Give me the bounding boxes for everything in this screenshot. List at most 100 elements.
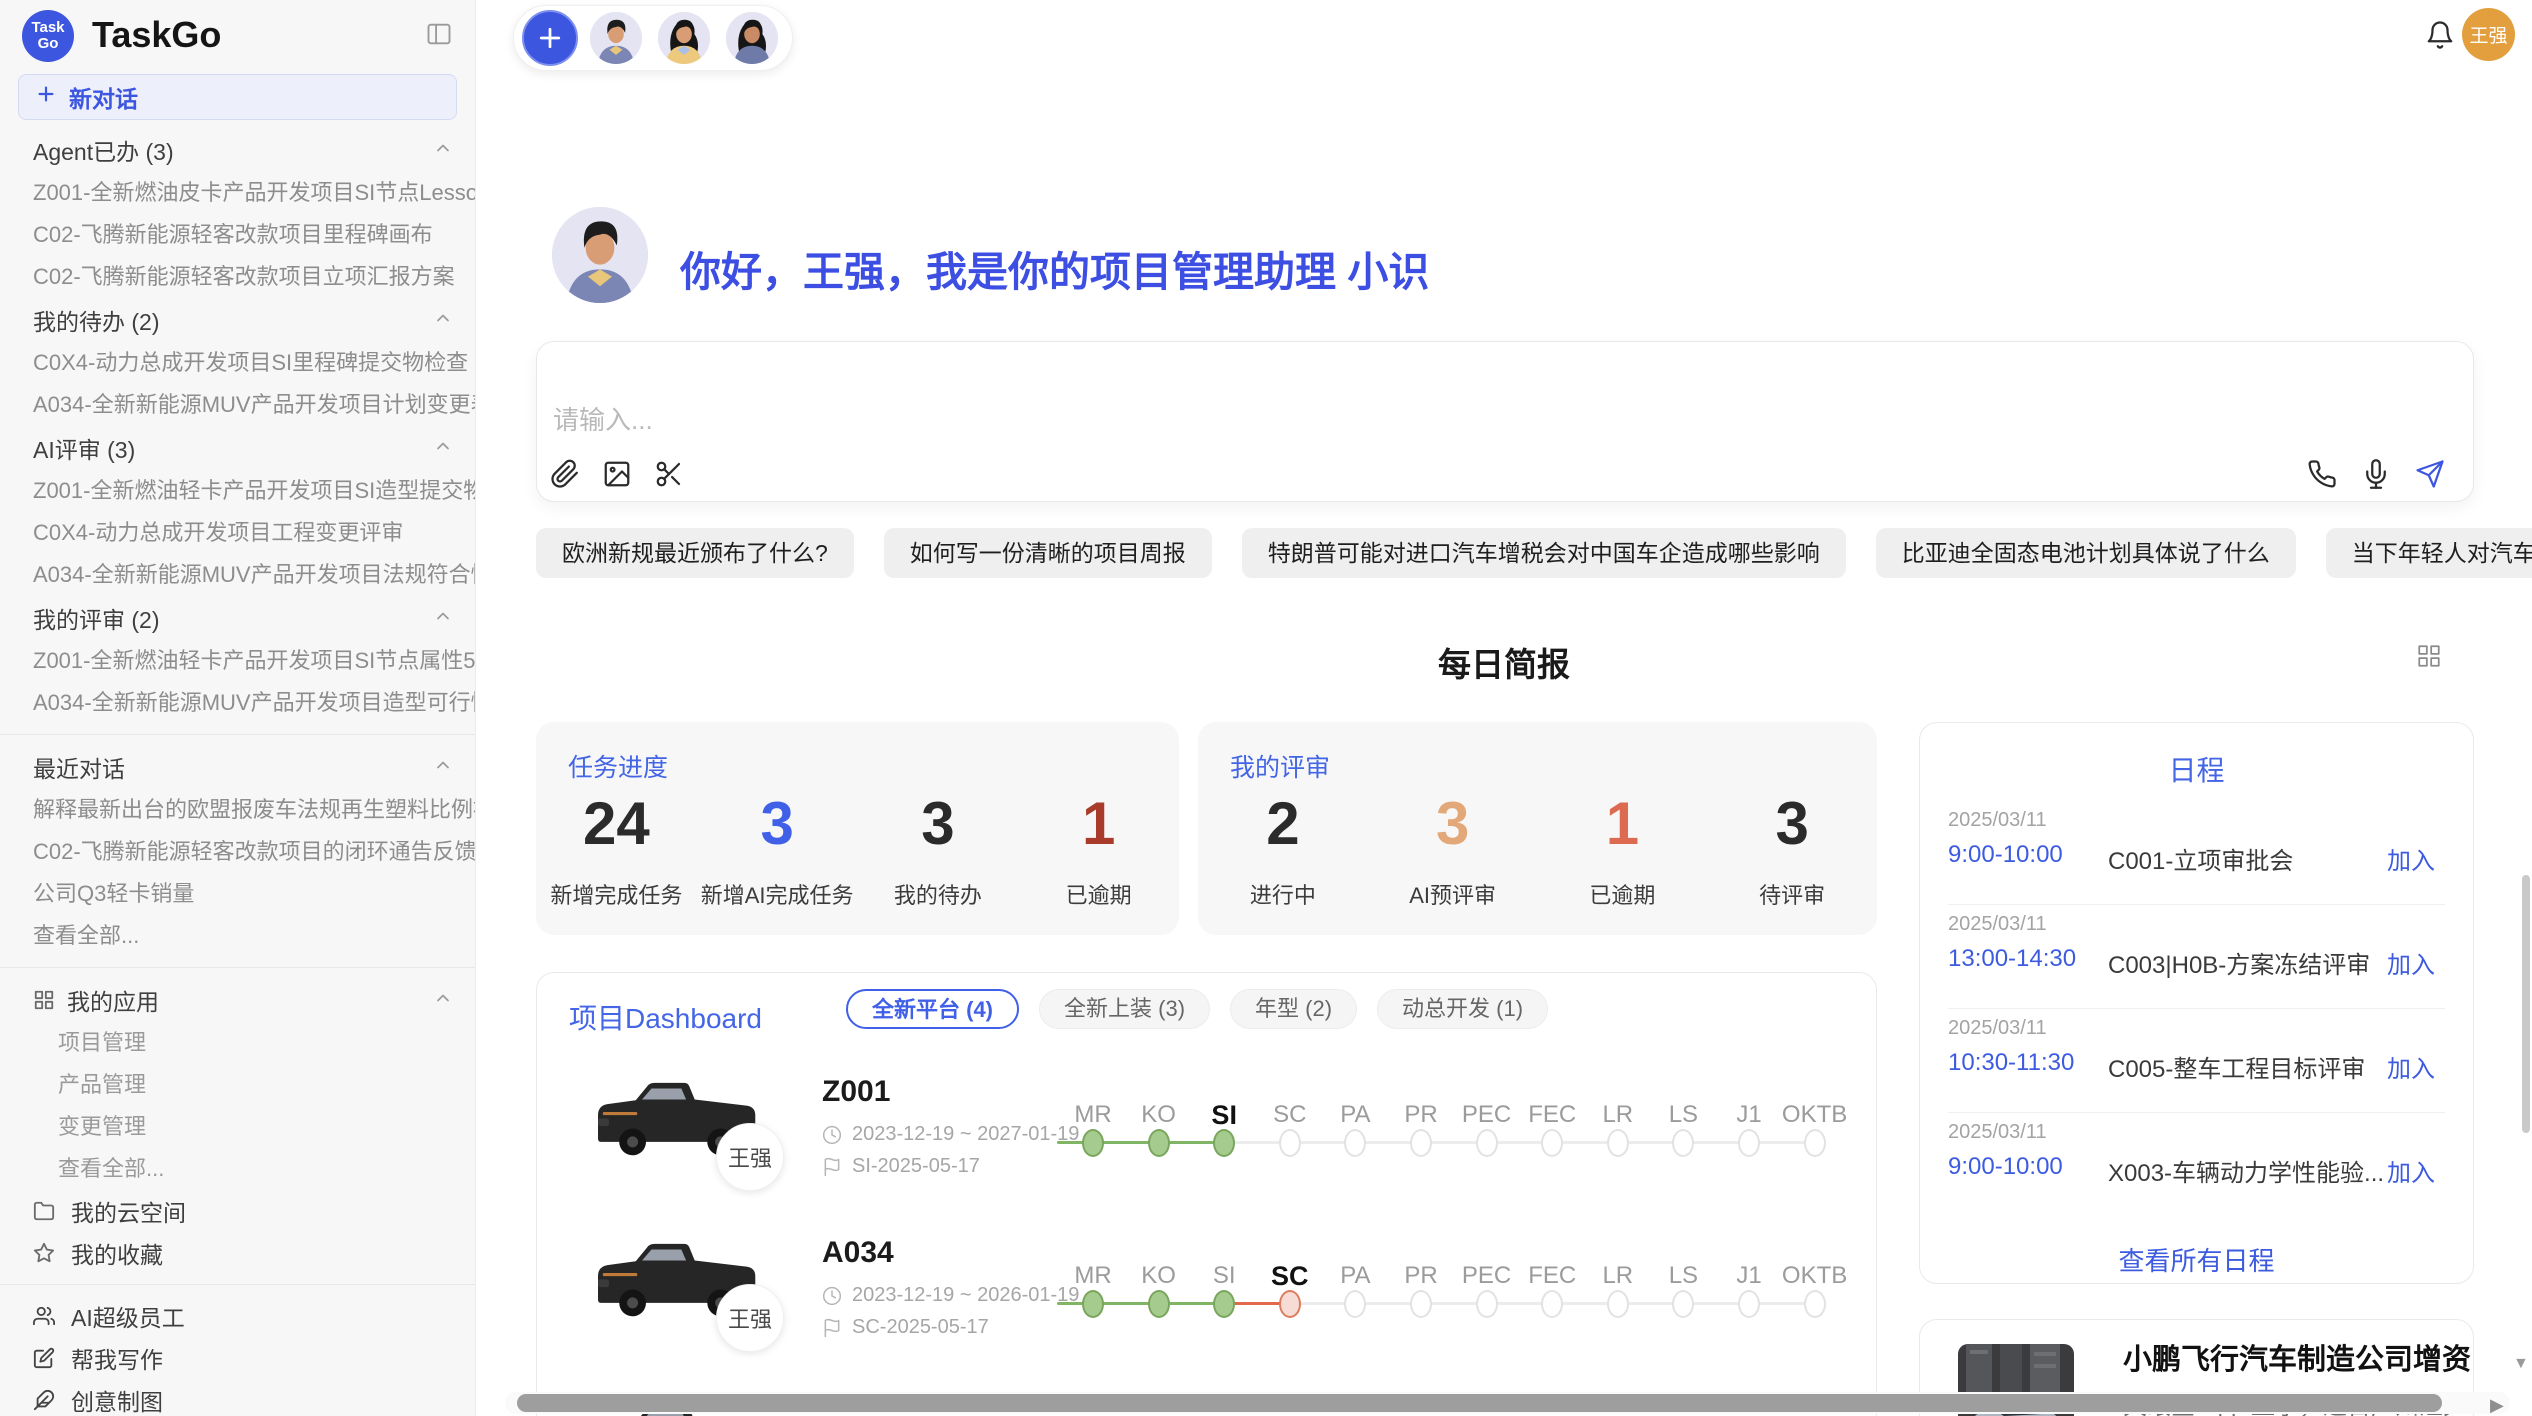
new-chat-button[interactable]: 新对话 <box>18 74 457 120</box>
join-link[interactable]: 加入 <box>2387 1153 2435 1188</box>
sidebar-item[interactable]: A034-全新新能源MUV产品开发项目造型可行性评审 <box>0 682 475 724</box>
milestone-track: MRKOSISCPAPRPECFECLRLSJ1OKTB <box>1057 1220 1857 1370</box>
dashboard-tab[interactable]: 全新平台 (4) <box>846 989 1019 1029</box>
chevron-up-icon[interactable] <box>433 137 453 164</box>
sidebar-item[interactable]: C0X4-动力总成开发项目工程变更评审 <box>0 512 475 554</box>
sidebar-item[interactable]: 解释最新出台的欧盟报废车法规再生塑料比例被调至15%... <box>0 789 475 831</box>
chevron-up-icon[interactable] <box>433 605 453 632</box>
sidebar-section-header[interactable]: 我的待办 (2) <box>0 298 475 342</box>
sidebar-section-header[interactable]: 我的评审 (2) <box>0 596 475 640</box>
sidebar-item[interactable]: A034-全新新能源MUV产品开发项目法规符合性评审 <box>0 554 475 596</box>
milestone-dot[interactable] <box>1344 1129 1366 1157</box>
milestone-dot[interactable] <box>1476 1290 1498 1318</box>
milestone-dot[interactable] <box>1672 1290 1694 1318</box>
conversation-avatar[interactable] <box>726 12 778 64</box>
sidebar-tool-item[interactable]: 帮我写作 <box>0 1337 475 1379</box>
sidebar-item[interactable]: C02-飞腾新能源轻客改款项目立项汇报方案 <box>0 256 475 298</box>
milestone-label: SC <box>1271 1260 1309 1292</box>
sidebar-item-folder[interactable]: 我的云空间 <box>0 1190 475 1232</box>
conversation-avatar[interactable] <box>590 12 642 64</box>
horizontal-scrollbar-thumb[interactable] <box>517 1394 2442 1412</box>
milestone-dot[interactable] <box>1410 1290 1432 1318</box>
milestone-label: FEC <box>1528 1099 1576 1131</box>
vertical-scrollbar-thumb[interactable] <box>2522 875 2530 1133</box>
suggestion-chip[interactable]: 比亚迪全固态电池计划具体说了什么 <box>1876 528 2296 578</box>
notification-bell-icon[interactable] <box>2425 20 2455 50</box>
milestone-dot[interactable] <box>1279 1129 1301 1157</box>
milestone-dot[interactable] <box>1607 1290 1629 1318</box>
milestone-dot[interactable] <box>1541 1290 1563 1318</box>
chevron-up-icon[interactable] <box>433 987 453 1014</box>
milestone-label: LS <box>1669 1099 1698 1131</box>
sidebar-app-item[interactable]: 项目管理 <box>0 1022 475 1064</box>
layout-grid-icon[interactable] <box>2416 643 2442 669</box>
milestone-dot[interactable] <box>1148 1290 1170 1318</box>
user-avatar[interactable]: 王强 <box>2462 8 2515 61</box>
suggestion-chip[interactable]: 特朗普可能对进口汽车增税会对中国车企造成哪些影响 <box>1242 528 1846 578</box>
milestone-dot[interactable] <box>1148 1129 1170 1157</box>
sidebar-item[interactable]: Z001-全新燃油轻卡产品开发项目SI节点属性5D文件评审 <box>0 640 475 682</box>
sidebar-app-item[interactable]: 产品管理 <box>0 1064 475 1106</box>
milestone-dot[interactable] <box>1082 1129 1104 1157</box>
send-icon[interactable] <box>2415 459 2445 489</box>
dashboard-tab[interactable]: 年型 (2) <box>1230 989 1357 1029</box>
sidebar-item[interactable]: C0X4-动力总成开发项目SI里程碑提交物检查 <box>0 342 475 384</box>
join-link[interactable]: 加入 <box>2387 1049 2435 1084</box>
view-all-schedule-link[interactable]: 查看所有日程 <box>1920 1241 2473 1278</box>
mic-icon[interactable] <box>2361 459 2391 489</box>
chevron-up-icon[interactable] <box>433 754 453 781</box>
milestone-dot[interactable] <box>1804 1129 1826 1157</box>
sidebar-app-item[interactable]: 变更管理 <box>0 1106 475 1148</box>
milestone-dot[interactable] <box>1279 1290 1301 1318</box>
image-icon[interactable] <box>602 459 632 489</box>
milestone-dot[interactable] <box>1344 1290 1366 1318</box>
sidebar-item[interactable]: Z001-全新燃油轻卡产品开发项目SI造型提交物评审 <box>0 470 475 512</box>
sidebar-app-item[interactable]: 查看全部... <box>0 1148 475 1190</box>
dashboard-tab[interactable]: 动总开发 (1) <box>1377 989 1548 1029</box>
milestone-dot[interactable] <box>1476 1129 1498 1157</box>
milestone-dot[interactable] <box>1213 1290 1235 1318</box>
sidebar-item[interactable]: Z001-全新燃油皮卡产品开发项目SI节点Lesson Learn报告 <box>0 172 475 214</box>
milestone-dot[interactable] <box>1672 1129 1694 1157</box>
milestone-dot[interactable] <box>1082 1290 1104 1318</box>
join-link[interactable]: 加入 <box>2387 945 2435 980</box>
chat-input[interactable] <box>551 404 2255 437</box>
join-link[interactable]: 加入 <box>2387 841 2435 876</box>
sidebar-item[interactable]: 公司Q3轻卡销量 <box>0 873 475 915</box>
add-conversation-button[interactable] <box>522 10 578 66</box>
sidebar-item[interactable]: C02-飞腾新能源轻客改款项目里程碑画布 <box>0 214 475 256</box>
milestone-dot[interactable] <box>1804 1290 1826 1318</box>
sidebar-item[interactable]: C02-飞腾新能源轻客改款项目的闭环通告反馈情况 <box>0 831 475 873</box>
milestone-dot[interactable] <box>1738 1129 1760 1157</box>
schedule-date: 2025/03/11 <box>1948 1017 2047 1040</box>
phone-icon[interactable] <box>2307 459 2337 489</box>
chevron-up-icon[interactable] <box>433 307 453 334</box>
conversation-avatar[interactable] <box>658 12 710 64</box>
sidebar-section-header[interactable]: Agent已办 (3) <box>0 128 475 172</box>
milestone-dot[interactable] <box>1541 1129 1563 1157</box>
dashboard-tab[interactable]: 全新上装 (3) <box>1039 989 1210 1029</box>
chevron-up-icon[interactable] <box>433 435 453 462</box>
milestone-dot[interactable] <box>1213 1129 1235 1157</box>
milestone-dot[interactable] <box>1738 1290 1760 1318</box>
sidebar-section-header[interactable]: AI评审 (3) <box>0 426 475 470</box>
sidebar-tool-item[interactable]: AI超级员工 <box>0 1295 475 1337</box>
suggestion-chip[interactable]: 当下年轻人对汽车外观有怎样的喜好趋势 <box>2326 528 2532 578</box>
milestone-dot[interactable] <box>1410 1129 1432 1157</box>
scroll-right-arrow-icon[interactable]: ▶ <box>2490 1395 2504 1416</box>
suggestion-chip[interactable]: 欧洲新规最近颁布了什么? <box>536 528 854 578</box>
sidebar-section-header[interactable]: 我的应用 <box>0 978 475 1022</box>
scissors-icon[interactable] <box>654 459 684 489</box>
sidebar-tool-item[interactable]: 创意制图 <box>0 1379 475 1416</box>
sidebar-item[interactable]: A034-全新新能源MUV产品开发项目计划变更表编写 <box>0 384 475 426</box>
horizontal-scrollbar-track[interactable] <box>505 1392 2510 1414</box>
sidebar-section-header[interactable]: 最近对话 <box>0 745 475 789</box>
paperclip-icon[interactable] <box>550 459 580 489</box>
sidebar-item-star[interactable]: 我的收藏 <box>0 1232 475 1274</box>
suggestion-chip[interactable]: 如何写一份清晰的项目周报 <box>884 528 1212 578</box>
sidebar-collapse-icon[interactable] <box>425 20 453 48</box>
scroll-down-arrow-icon[interactable]: ▼ <box>2513 1355 2529 1373</box>
milestone-dot[interactable] <box>1607 1129 1629 1157</box>
stat-item: 24新增完成任务 <box>536 792 697 910</box>
sidebar-item[interactable]: 查看全部... <box>0 915 475 957</box>
